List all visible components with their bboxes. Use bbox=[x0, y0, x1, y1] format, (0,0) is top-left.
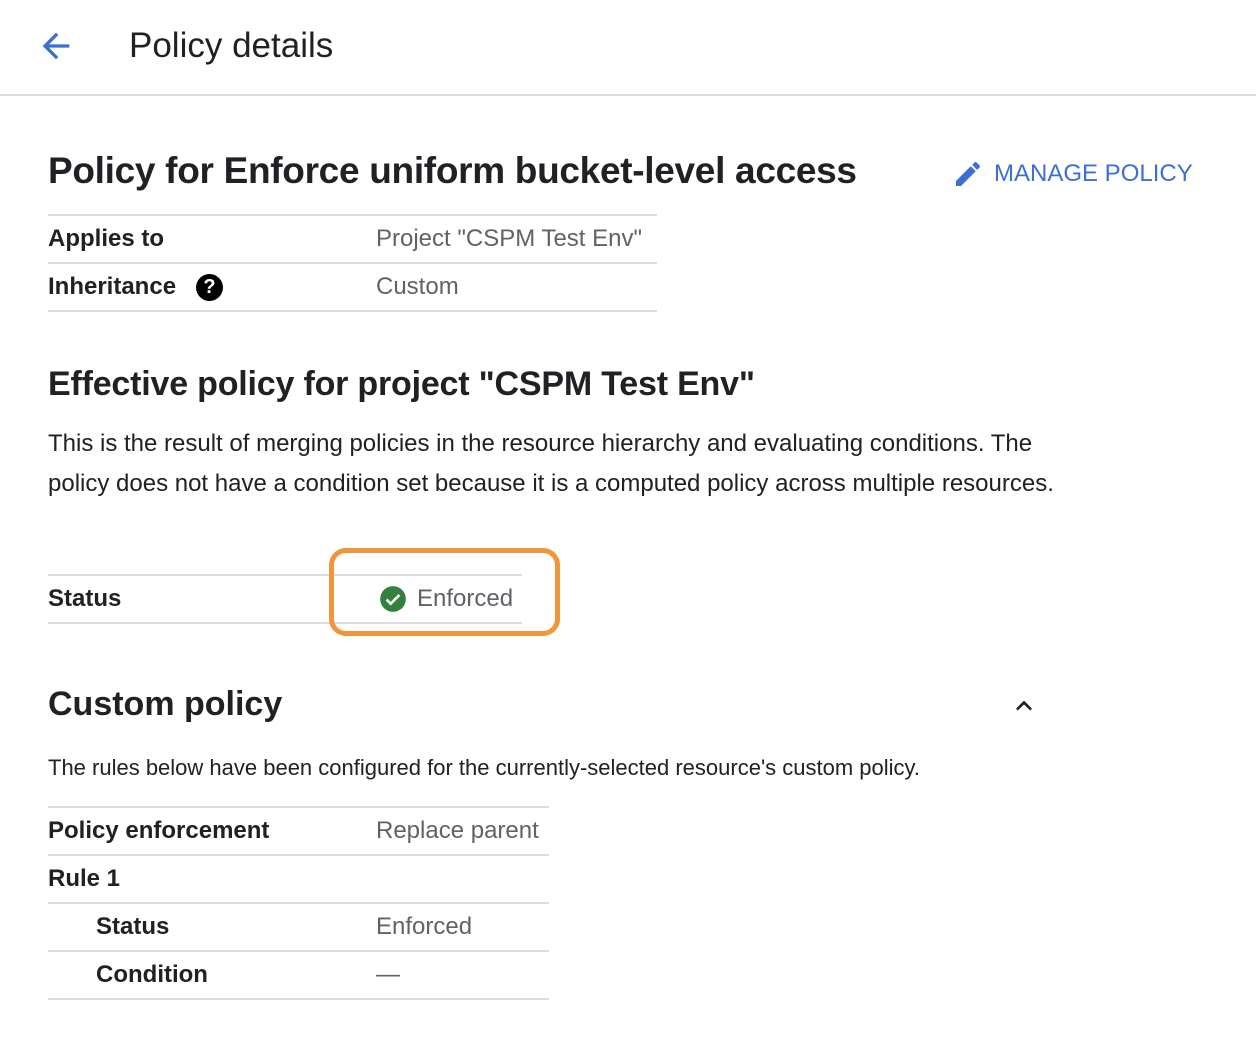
row-value: Replace parent bbox=[376, 817, 539, 844]
row-label: Status bbox=[48, 585, 122, 612]
table-row: Applies to Project "CSPM Test Env" bbox=[48, 216, 657, 264]
pencil-icon bbox=[956, 161, 981, 186]
manage-policy-label: MANAGE POLICY bbox=[994, 160, 1193, 187]
arrow-back-icon[interactable] bbox=[36, 26, 76, 66]
row-label: Inheritance bbox=[48, 273, 177, 300]
highlight-box bbox=[329, 548, 560, 636]
custom-policy-description: The rules below have been configured for… bbox=[48, 755, 921, 780]
table-row: Inheritance ? Custom bbox=[48, 264, 657, 312]
row-value: Custom bbox=[376, 273, 459, 300]
row-label: Condition bbox=[96, 961, 208, 988]
help-icon[interactable]: ? bbox=[196, 274, 223, 301]
page-title: Policy details bbox=[129, 26, 334, 65]
app-header: Policy details bbox=[0, 0, 1256, 96]
custom-policy-table: Policy enforcement Replace parent Rule 1… bbox=[48, 806, 549, 1000]
row-label: Applies to bbox=[48, 225, 165, 252]
row-value: Enforced bbox=[376, 913, 473, 940]
row-label: Rule 1 bbox=[48, 865, 121, 892]
manage-policy-button[interactable]: MANAGE POLICY bbox=[952, 158, 1193, 190]
row-label: Status bbox=[96, 913, 170, 940]
table-row: Status Enforced bbox=[48, 904, 549, 952]
policy-title: Policy for Enforce uniform bucket-level … bbox=[48, 150, 857, 191]
chevron-up-icon[interactable] bbox=[1008, 690, 1040, 722]
custom-policy-title: Custom policy bbox=[48, 685, 283, 723]
row-value: — bbox=[376, 961, 400, 988]
effective-policy-title: Effective policy for project "CSPM Test … bbox=[48, 365, 755, 403]
row-label: Policy enforcement bbox=[48, 817, 270, 844]
table-row: Rule 1 bbox=[48, 856, 549, 904]
effective-policy-description: This is the result of merging policies i… bbox=[48, 430, 1054, 497]
table-row: Condition — bbox=[48, 952, 549, 1000]
policy-details-table: Applies to Project "CSPM Test Env" Inher… bbox=[48, 214, 657, 312]
row-value: Project "CSPM Test Env" bbox=[376, 225, 643, 252]
table-row: Policy enforcement Replace parent bbox=[48, 808, 549, 856]
